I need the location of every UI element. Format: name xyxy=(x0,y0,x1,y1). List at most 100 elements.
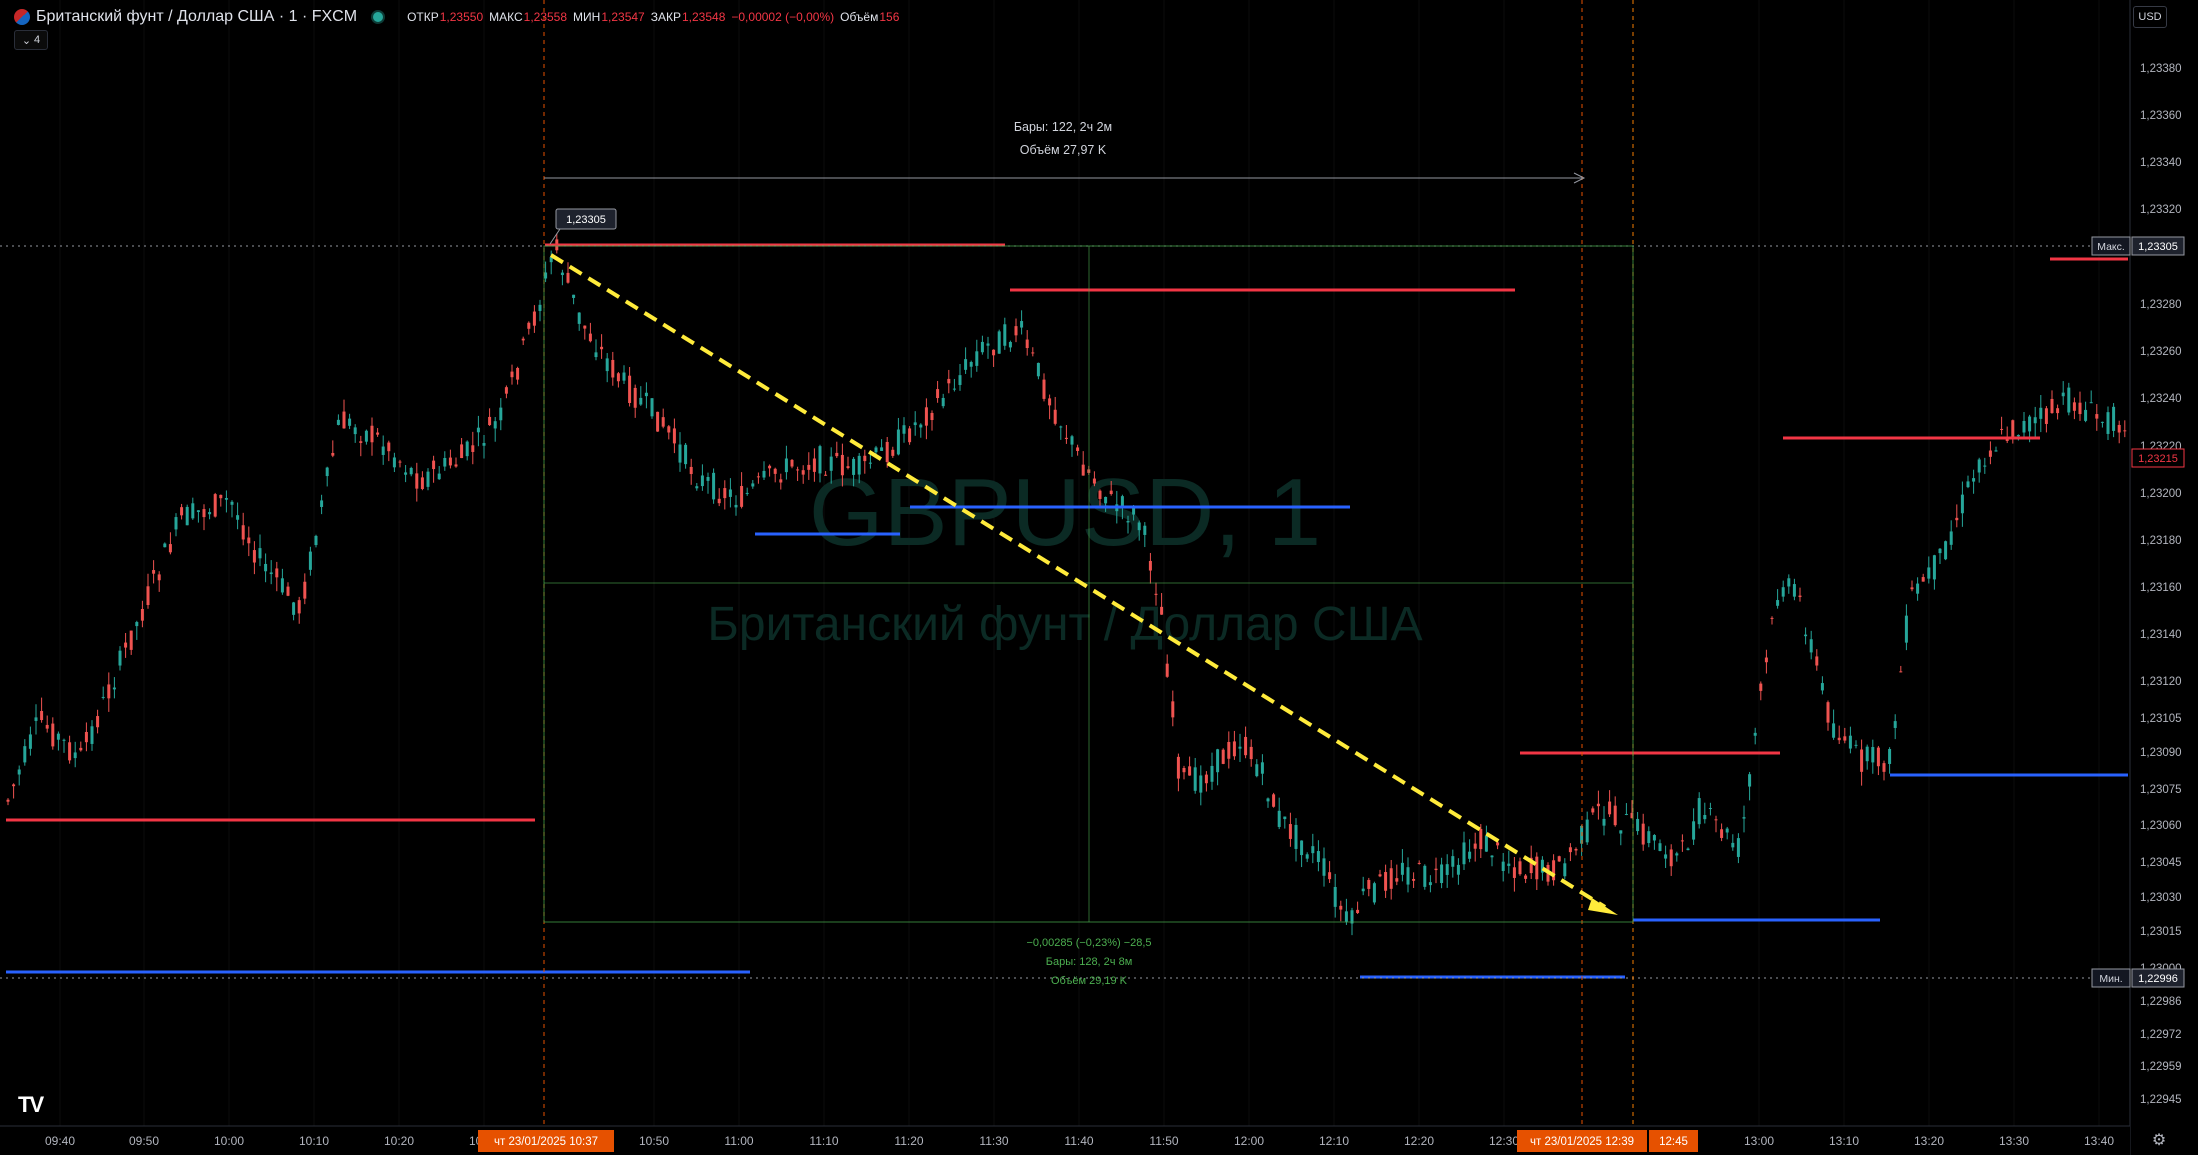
candle-up xyxy=(1888,749,1892,764)
time-tick-label: 12:20 xyxy=(1404,1134,1434,1148)
gear-icon[interactable]: ⚙ xyxy=(2150,1132,2168,1150)
candle-down xyxy=(790,459,794,467)
candle-up xyxy=(1260,762,1264,774)
market-status-icon[interactable] xyxy=(373,12,384,22)
candle-up xyxy=(2016,434,2020,437)
candle-down xyxy=(924,407,928,426)
candle-down xyxy=(415,473,419,489)
candle-down xyxy=(202,509,206,518)
candle-up xyxy=(1445,864,1449,875)
price-tick-label: 1,22972 xyxy=(2140,1029,2182,1041)
candle-down xyxy=(168,544,172,553)
candle-down xyxy=(387,442,391,452)
candle-down xyxy=(342,411,346,429)
candle-up xyxy=(90,726,94,744)
candle-down xyxy=(1188,766,1192,776)
candle-up xyxy=(1972,478,1976,482)
candle-down xyxy=(376,432,380,435)
price-tick-label: 1,23060 xyxy=(2140,820,2182,832)
candle-up xyxy=(2084,409,2088,421)
high-value: 1,23558 xyxy=(523,10,568,24)
candle-up xyxy=(1804,634,1808,637)
price-tag-value: 1,22996 xyxy=(2138,973,2178,985)
candle-up xyxy=(644,392,648,397)
price-tick-label: 1,23105 xyxy=(2140,713,2182,725)
candle-up xyxy=(1344,911,1348,922)
candle-down xyxy=(667,426,671,433)
symbol-watermark: GBPUSD, 1 Британский фунт / Доллар США xyxy=(707,459,1422,651)
candle-down xyxy=(908,428,912,443)
candle-up xyxy=(896,429,900,455)
candle-down xyxy=(1876,747,1880,767)
measure-bars-bottom: Бары: 128, 2ч 8м xyxy=(1046,956,1133,968)
candle-up xyxy=(560,272,564,276)
symbol-header[interactable]: Британский фунт / Доллар США · 1 · FXCM … xyxy=(14,6,899,28)
candle-up xyxy=(1333,886,1337,907)
candle-up xyxy=(1008,341,1012,348)
candle-up xyxy=(784,458,788,473)
candle-up xyxy=(1132,508,1136,515)
symbol-title[interactable]: Британский фунт / Доллар США · 1 · FXCM xyxy=(36,8,357,26)
candle-down xyxy=(152,570,156,574)
candle-down xyxy=(891,449,895,456)
candle-up xyxy=(336,419,340,425)
price-tick-label: 1,23240 xyxy=(2140,393,2182,405)
candle-down xyxy=(1339,905,1343,910)
candle-down xyxy=(1232,741,1236,757)
candle-down xyxy=(717,498,721,504)
candle-up xyxy=(1322,858,1326,876)
candle-up xyxy=(538,304,542,311)
currency-button[interactable]: USD xyxy=(2133,6,2167,28)
price-tick-label: 1,23140 xyxy=(2140,629,2182,641)
trend-arrow-head-icon xyxy=(1588,898,1618,915)
candle-down xyxy=(1815,656,1819,666)
candle-down xyxy=(812,458,816,472)
candle-up xyxy=(1311,846,1315,854)
watermark-name: Британский фунт / Доллар США xyxy=(707,598,1422,651)
candle-up xyxy=(426,471,430,487)
candle-up xyxy=(2022,420,2026,433)
candle-up xyxy=(1636,818,1640,832)
candle-down xyxy=(930,412,934,421)
candle-down xyxy=(1272,794,1276,807)
candle-up xyxy=(1070,436,1074,445)
indicators-toggle[interactable]: ⌄ 4 xyxy=(14,30,48,50)
tradingview-logo[interactable]: TV xyxy=(18,1092,44,1118)
candle-down xyxy=(1064,437,1068,440)
candle-up xyxy=(975,351,979,366)
time-tick-label: 13:00 xyxy=(1744,1134,1774,1148)
candle-down xyxy=(661,417,665,427)
candle-up xyxy=(1692,821,1696,840)
candle-up xyxy=(1277,810,1281,827)
candle-up xyxy=(1585,819,1589,843)
candle-up xyxy=(1490,855,1494,858)
candle-down xyxy=(1048,398,1052,406)
candle-up xyxy=(2089,402,2093,404)
candle-up xyxy=(1507,863,1511,866)
candle-down xyxy=(1921,577,1925,582)
candle-up xyxy=(1423,865,1427,887)
candle-down xyxy=(1714,819,1718,821)
time-tick-label: 11:00 xyxy=(724,1134,753,1148)
candle-up xyxy=(2067,387,2071,413)
candle-up xyxy=(1619,830,1623,834)
price-tick-label: 1,23200 xyxy=(2140,488,2182,500)
candle-up xyxy=(1904,615,1908,643)
candle-up xyxy=(594,352,598,358)
price-tick-label: 1,23160 xyxy=(2140,582,2182,594)
candle-up xyxy=(762,470,766,478)
candle-up xyxy=(1137,522,1141,531)
candle-up xyxy=(1977,459,1981,473)
candle-down xyxy=(420,477,424,489)
candle-down xyxy=(566,272,570,283)
candle-down xyxy=(68,742,72,761)
candle-up xyxy=(17,769,21,775)
candle-down xyxy=(1955,517,1959,521)
candle-down xyxy=(779,479,783,483)
price-chart[interactable]: GBPUSD, 1 Британский фунт / Доллар США Б… xyxy=(0,0,2198,1155)
candle-down xyxy=(2044,408,2048,424)
candle-down xyxy=(45,724,49,729)
price-tick-label: 1,23045 xyxy=(2140,857,2182,869)
candle-down xyxy=(1384,872,1388,891)
candle-up xyxy=(1238,746,1242,749)
